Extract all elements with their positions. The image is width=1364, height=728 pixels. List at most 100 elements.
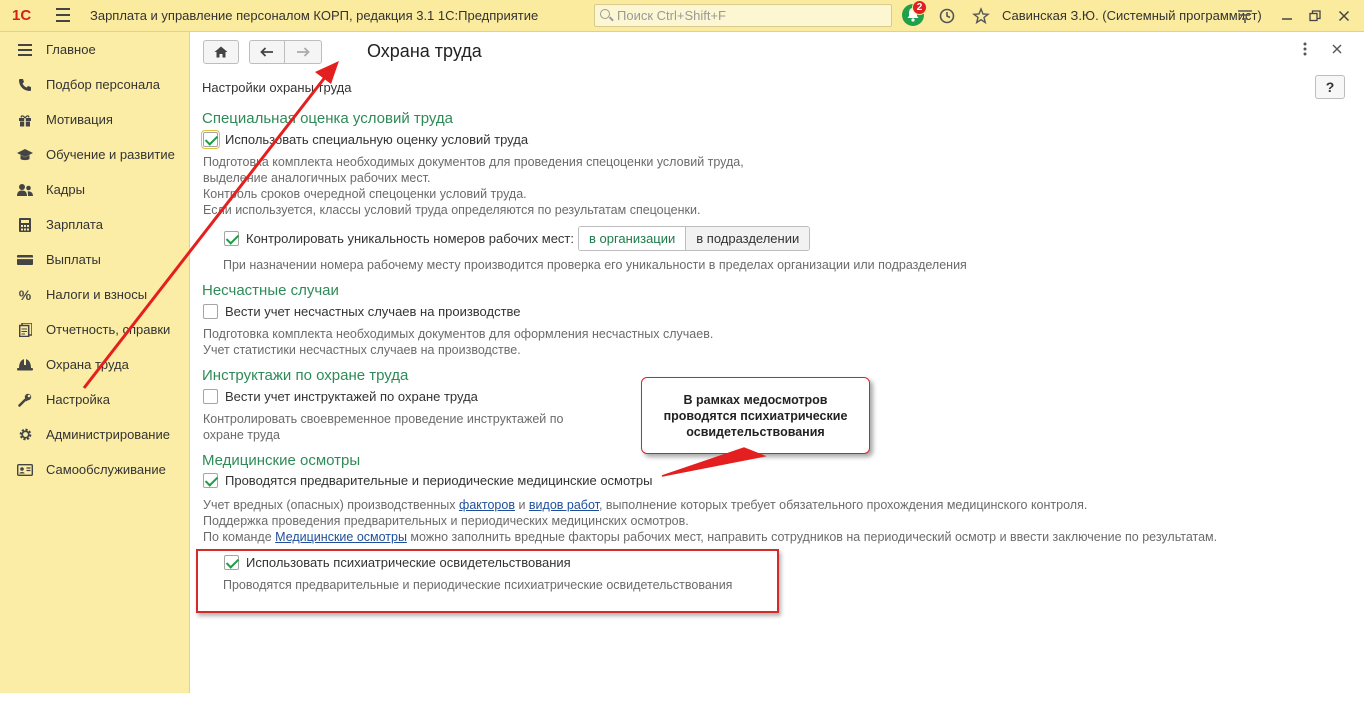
- sidebar-item-label: Зарплата: [46, 217, 103, 232]
- wrench-icon: [17, 392, 33, 408]
- sidebar-item-hr[interactable]: Кадры: [0, 172, 190, 207]
- accidents-note-1: Подготовка комплекта необходимых докумен…: [203, 327, 714, 341]
- app-logo: 1С: [12, 7, 32, 24]
- unique-note: При назначении номера рабочему месту про…: [223, 258, 967, 272]
- accidents-checkbox-row[interactable]: Вести учет несчастных случаев на произво…: [203, 304, 521, 319]
- main-menu-icon[interactable]: [56, 8, 70, 22]
- sout-note-1: Подготовка комплекта необходимых докумен…: [203, 155, 744, 169]
- id-card-icon: [17, 462, 33, 478]
- work-types-link[interactable]: видов работ: [529, 498, 599, 512]
- factors-link[interactable]: факторов: [459, 498, 515, 512]
- arrow-right-icon: [297, 47, 310, 57]
- accidents-note-2: Учет статистики несчастных случаев на пр…: [203, 343, 521, 357]
- sidebar-item-settings[interactable]: Настройка: [0, 382, 190, 417]
- sidebar-item-label: Кадры: [46, 182, 85, 197]
- people-icon: [17, 182, 33, 198]
- callout-line-1: В рамках медосмотров: [683, 393, 828, 407]
- app-title: Зарплата и управление персоналом КОРП, р…: [90, 8, 539, 23]
- briefings-note-2: охране труда: [203, 428, 280, 442]
- medical-checkbox[interactable]: [203, 473, 218, 488]
- forward-button[interactable]: [285, 40, 322, 64]
- search-placeholder: Поиск Ctrl+Shift+F: [617, 8, 726, 23]
- callout-line-3: освидетельствования: [686, 425, 825, 439]
- home-button[interactable]: [203, 40, 239, 64]
- favorites-star-icon[interactable]: [971, 6, 991, 26]
- close-form-icon[interactable]: [1332, 41, 1342, 57]
- briefings-note-1: Контролировать своевременное проведение …: [203, 412, 564, 426]
- wallet-icon: [17, 252, 33, 268]
- highlight-box: [196, 549, 779, 613]
- section-heading-accidents: Несчастные случаи: [202, 282, 339, 299]
- sidebar-item-label: Подбор персонала: [46, 77, 160, 92]
- current-user[interactable]: Савинская З.Ю. (Системный программист): [1002, 8, 1262, 23]
- sidebar-item-label: Администрирование: [46, 427, 170, 442]
- back-button[interactable]: [249, 40, 285, 64]
- sidebar-item-label: Настройка: [46, 392, 110, 407]
- sout-checkbox-label[interactable]: Использовать специальную оценку условий …: [225, 132, 528, 147]
- sout-checkbox[interactable]: [201, 130, 220, 149]
- sidebar-item-main[interactable]: Главное: [0, 32, 190, 67]
- title-bar: 1С Зарплата и управление персоналом КОРП…: [0, 0, 1364, 32]
- restore-icon[interactable]: [1305, 6, 1325, 26]
- accidents-checkbox[interactable]: [203, 304, 218, 319]
- sout-note-3: Контроль сроков очередной спецоценки усл…: [203, 187, 527, 201]
- callout-line-2: проводятся психиатрические: [663, 409, 848, 423]
- graduation-cap-icon: [17, 147, 33, 163]
- section-heading-sout: Специальная оценка условий труда: [202, 110, 454, 127]
- sidebar-item-salary[interactable]: Зарплата: [0, 207, 190, 242]
- history-icon[interactable]: [937, 6, 957, 26]
- sidebar-item-label: Обучение и развитие: [46, 147, 175, 162]
- uniqueness-scope-switch[interactable]: в организации в подразделении: [578, 226, 811, 251]
- phone-icon: [17, 77, 33, 93]
- sidebar-item-label: Мотивация: [46, 112, 113, 127]
- notifications-bell-icon[interactable]: 2: [902, 0, 927, 26]
- scope-option-department[interactable]: в подразделении: [686, 227, 810, 250]
- sidebar-item-taxes[interactable]: % Налоги и взносы: [0, 277, 190, 312]
- sidebar-item-motivation[interactable]: Мотивация: [0, 102, 190, 137]
- close-window-icon[interactable]: [1334, 6, 1354, 26]
- settings-menu-icon[interactable]: [1235, 6, 1255, 26]
- sidebar-item-label: Самообслуживание: [46, 462, 166, 477]
- gift-icon: [17, 112, 33, 128]
- medical-checkbox-label[interactable]: Проводятся предварительные и периодическ…: [225, 473, 652, 488]
- sidebar-item-label: Отчетность, справки: [46, 322, 171, 337]
- sout-checkbox-row[interactable]: Использовать специальную оценку условий …: [201, 130, 528, 149]
- gear-icon: [17, 427, 33, 443]
- annotation-callout: В рамках медосмотров проводятся психиатр…: [641, 377, 870, 454]
- minimize-icon[interactable]: [1277, 6, 1297, 26]
- form-subtitle: Настройки охраны труда: [202, 80, 352, 95]
- sidebar-item-payments[interactable]: Выплаты: [0, 242, 190, 277]
- sidebar-item-self-service[interactable]: Самообслуживание: [0, 452, 190, 487]
- sidebar-item-reports[interactable]: Отчетность, справки: [0, 312, 190, 347]
- calculator-icon: [17, 217, 33, 233]
- briefings-checkbox-label[interactable]: Вести учет инструктажей по охране труда: [225, 389, 478, 404]
- notifications-count-badge: 2: [912, 0, 927, 15]
- section-heading-medical: Медицинские осмотры: [202, 452, 361, 469]
- unique-numbers-label[interactable]: Контролировать уникальность номеров рабо…: [246, 231, 574, 246]
- sidebar: Главное Подбор персонала Мотивация Обуче…: [0, 32, 190, 693]
- search-input[interactable]: Поиск Ctrl+Shift+F: [594, 4, 892, 27]
- medical-note-2: Поддержка проведения предварительных и п…: [203, 514, 689, 528]
- unique-numbers-checkbox[interactable]: [224, 231, 239, 246]
- briefings-checkbox[interactable]: [203, 389, 218, 404]
- sidebar-item-recruitment[interactable]: Подбор персонала: [0, 67, 190, 102]
- sidebar-item-training[interactable]: Обучение и развитие: [0, 137, 190, 172]
- sidebar-item-label: Главное: [46, 42, 96, 57]
- search-icon: [600, 9, 610, 19]
- help-button[interactable]: ?: [1315, 75, 1345, 99]
- briefings-checkbox-row[interactable]: Вести учет инструктажей по охране труда: [203, 389, 478, 404]
- report-icon: [17, 322, 33, 338]
- sout-note-4: Если используется, классы условий труда …: [203, 203, 701, 217]
- medical-exams-link[interactable]: Медицинские осмотры: [275, 530, 407, 544]
- medical-checkbox-row[interactable]: Проводятся предварительные и периодическ…: [203, 473, 652, 488]
- sidebar-item-label: Налоги и взносы: [46, 287, 148, 302]
- sidebar-item-administration[interactable]: Администрирование: [0, 417, 190, 452]
- scope-option-organization[interactable]: в организации: [579, 227, 687, 250]
- accidents-checkbox-label[interactable]: Вести учет несчастных случаев на произво…: [225, 304, 521, 319]
- sidebar-item-labor-safety[interactable]: Охрана труда: [0, 347, 190, 382]
- hamburger-icon: [17, 42, 33, 58]
- medical-note-3: По команде Медицинские осмотры можно зап…: [203, 530, 1218, 544]
- more-actions-icon[interactable]: [1303, 42, 1307, 59]
- percent-icon: %: [18, 286, 32, 303]
- unique-checkbox-row[interactable]: Контролировать уникальность номеров рабо…: [224, 231, 574, 246]
